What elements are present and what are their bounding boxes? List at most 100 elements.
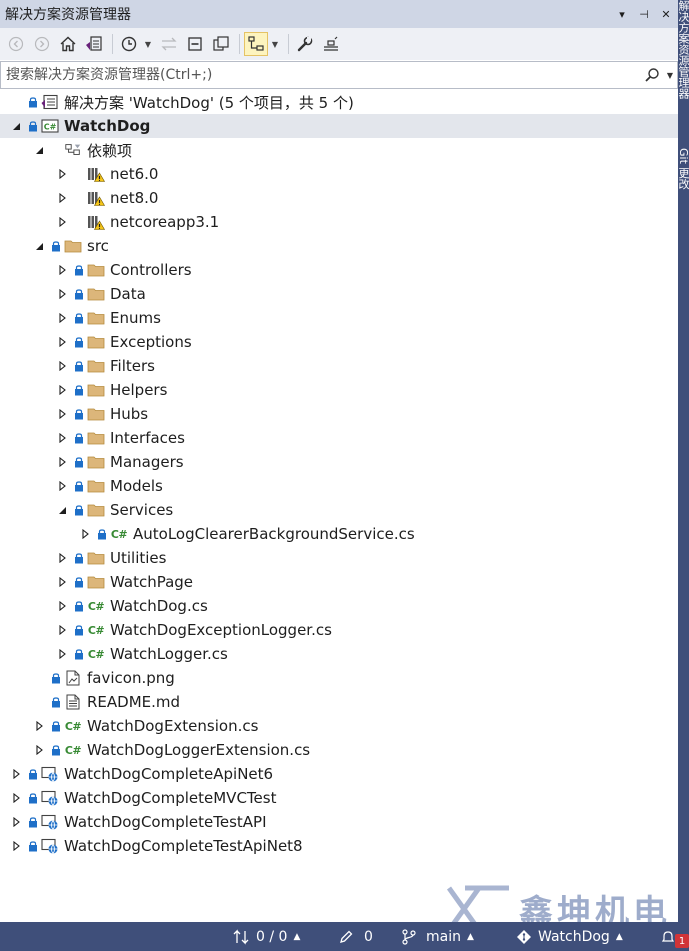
chevron-down-icon[interactable]: ▼ xyxy=(143,40,153,49)
tree-item[interactable]: favicon.png xyxy=(0,666,678,690)
tree-item[interactable]: 依赖项 xyxy=(0,138,678,162)
collapsed-arrow-icon[interactable] xyxy=(56,600,68,612)
close-icon[interactable]: ✕ xyxy=(656,4,676,24)
branch-status[interactable]: main ▲ xyxy=(400,922,474,951)
back-icon[interactable] xyxy=(4,32,28,56)
lock-icon xyxy=(74,600,84,612)
tree-item[interactable]: WatchDogCompleteMVCTest xyxy=(0,786,678,810)
tree-item[interactable]: Exceptions xyxy=(0,330,678,354)
tree-item[interactable]: net8.0 xyxy=(0,186,678,210)
chevron-up-icon: ▲ xyxy=(293,931,301,942)
tree-item[interactable]: C# WatchDog xyxy=(0,114,678,138)
tree-item[interactable]: C# AutoLogClearerBackgroundService.cs xyxy=(0,522,678,546)
collapsed-arrow-icon[interactable] xyxy=(56,432,68,444)
tree-item[interactable]: WatchDogCompleteApiNet6 xyxy=(0,762,678,786)
tree-item[interactable]: WatchDogCompleteTestAPI xyxy=(0,810,678,834)
tree-item[interactable]: WatchDogCompleteTestApiNet8 xyxy=(0,834,678,858)
expanded-arrow-icon[interactable] xyxy=(33,240,45,252)
tree-item[interactable]: README.md xyxy=(0,690,678,714)
collapsed-arrow-icon[interactable] xyxy=(56,480,68,492)
collapsed-arrow-icon[interactable] xyxy=(56,264,68,276)
tree-item[interactable]: Enums xyxy=(0,306,678,330)
tree-item[interactable]: C# WatchDogLoggerExtension.cs xyxy=(0,738,678,762)
tree-item[interactable]: Interfaces xyxy=(0,426,678,450)
tree-item[interactable]: Filters xyxy=(0,354,678,378)
tree-item[interactable]: C# WatchDogExceptionLogger.cs xyxy=(0,618,678,642)
collapsed-arrow-icon[interactable] xyxy=(56,456,68,468)
lock-icon xyxy=(74,312,84,324)
pin-icon[interactable]: ⊣ xyxy=(634,4,654,24)
collapse-all-icon[interactable] xyxy=(183,32,207,56)
expanded-arrow-icon[interactable] xyxy=(33,144,45,156)
lock-icon xyxy=(51,744,61,756)
side-tab-solution-explorer[interactable]: 解决方案资源管理器 xyxy=(678,0,689,120)
tree-item[interactable]: Hubs xyxy=(0,402,678,426)
collapsed-arrow-icon[interactable] xyxy=(56,384,68,396)
tree-item[interactable]: C# WatchDogExtension.cs xyxy=(0,714,678,738)
tree-item-label: Interfaces xyxy=(110,429,185,447)
search-icon[interactable] xyxy=(641,67,663,83)
collapsed-arrow-icon[interactable] xyxy=(33,720,45,732)
collapsed-arrow-icon[interactable] xyxy=(33,744,45,756)
notifications[interactable]: 1 xyxy=(660,922,689,951)
collapsed-arrow-icon[interactable] xyxy=(10,816,22,828)
dropdown-icon[interactable]: ▾ xyxy=(612,4,632,24)
search-input[interactable] xyxy=(1,63,641,87)
pending-changes-icon[interactable] xyxy=(117,32,141,56)
tree-item[interactable]: C# WatchDog.cs xyxy=(0,594,678,618)
folder-icon xyxy=(87,430,105,446)
folder-icon xyxy=(87,310,105,326)
tree-item[interactable]: Services xyxy=(0,498,678,522)
web-project-icon xyxy=(41,790,59,806)
tree-item[interactable]: netcoreapp3.1 xyxy=(0,210,678,234)
collapsed-arrow-icon[interactable] xyxy=(56,288,68,300)
tree-item-label: Exceptions xyxy=(110,333,192,351)
settings-icon[interactable] xyxy=(319,32,343,56)
home-icon[interactable] xyxy=(56,32,80,56)
collapsed-arrow-icon[interactable] xyxy=(56,360,68,372)
switch-views-icon[interactable] xyxy=(82,32,106,56)
preview-selected-icon[interactable] xyxy=(244,32,268,56)
collapsed-arrow-icon[interactable] xyxy=(10,792,22,804)
tree-item[interactable]: Models xyxy=(0,474,678,498)
lock-spacer xyxy=(74,192,84,204)
collapsed-arrow-icon[interactable] xyxy=(10,768,22,780)
sync-icon[interactable] xyxy=(157,32,181,56)
tree-item[interactable]: Controllers xyxy=(0,258,678,282)
collapsed-arrow-icon[interactable] xyxy=(56,168,68,180)
sync-status[interactable]: 0 / 0 ▲ xyxy=(232,922,300,951)
tree-item[interactable]: Helpers xyxy=(0,378,678,402)
show-all-files-icon[interactable] xyxy=(209,32,233,56)
tree-item[interactable]: 解决方案 'WatchDog' (5 个项目，共 5 个) xyxy=(0,90,678,114)
collapsed-arrow-icon[interactable] xyxy=(56,624,68,636)
tree-item-label: WatchDogExceptionLogger.cs xyxy=(110,621,332,639)
edit-status[interactable]: 0 xyxy=(338,922,373,951)
tree-item[interactable]: src xyxy=(0,234,678,258)
collapsed-arrow-icon[interactable] xyxy=(10,840,22,852)
collapsed-arrow-icon[interactable] xyxy=(56,648,68,660)
collapsed-arrow-icon[interactable] xyxy=(56,216,68,228)
expanded-arrow-icon[interactable] xyxy=(56,504,68,516)
tree-item[interactable]: Managers xyxy=(0,450,678,474)
expanded-arrow-icon[interactable] xyxy=(10,120,22,132)
tree-item-label: 解决方案 'WatchDog' (5 个项目，共 5 个) xyxy=(64,93,354,112)
folder-icon xyxy=(87,262,105,278)
tree-item[interactable]: net6.0 xyxy=(0,162,678,186)
tree-item[interactable]: Utilities xyxy=(0,546,678,570)
collapsed-arrow-icon[interactable] xyxy=(56,312,68,324)
tree-item[interactable]: WatchPage xyxy=(0,570,678,594)
repo-status[interactable]: WatchDog ▲ xyxy=(516,922,623,951)
collapsed-arrow-icon[interactable] xyxy=(56,336,68,348)
collapsed-arrow-icon[interactable] xyxy=(56,192,68,204)
collapsed-arrow-icon[interactable] xyxy=(56,576,68,588)
tree-item[interactable]: C# WatchLogger.cs xyxy=(0,642,678,666)
forward-icon[interactable] xyxy=(30,32,54,56)
chevron-down-icon[interactable]: ▼ xyxy=(270,40,280,49)
collapsed-arrow-icon[interactable] xyxy=(56,552,68,564)
properties-icon[interactable] xyxy=(293,32,317,56)
chevron-down-icon[interactable]: ▼ xyxy=(663,71,677,80)
collapsed-arrow-icon[interactable] xyxy=(56,408,68,420)
side-tab-git-changes[interactable]: Git 更改 xyxy=(678,148,689,208)
collapsed-arrow-icon[interactable] xyxy=(79,528,91,540)
tree-item[interactable]: Data xyxy=(0,282,678,306)
